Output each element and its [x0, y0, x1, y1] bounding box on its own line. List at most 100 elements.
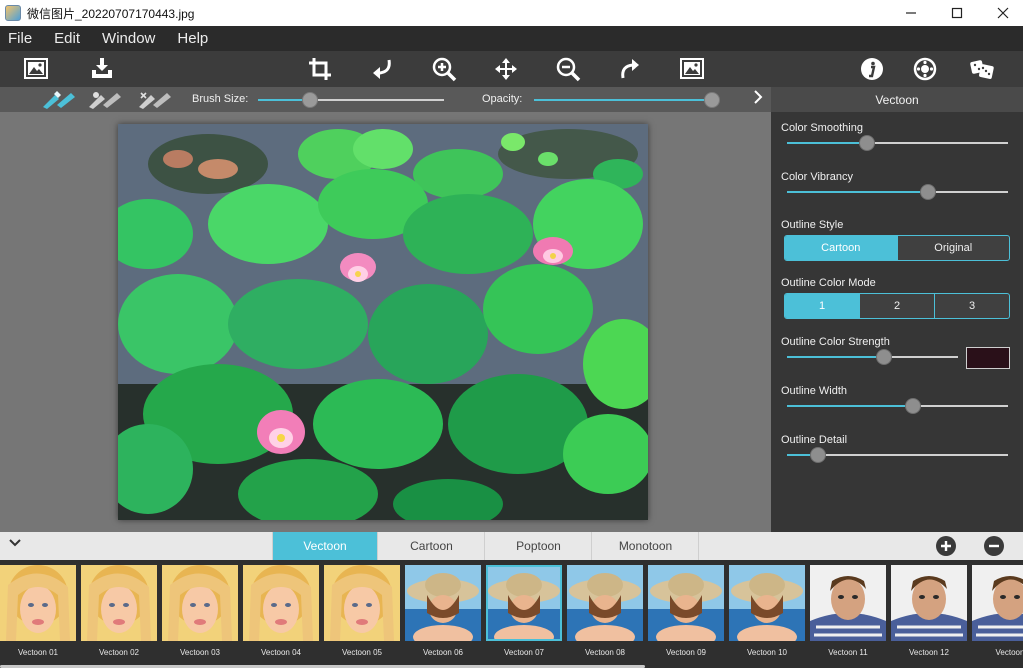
preset-thumbnail-label: Vectoon 08: [584, 648, 626, 657]
fit-image-icon: [680, 58, 704, 79]
preset-thumbnail[interactable]: Vectoon 03: [162, 565, 238, 662]
info-button[interactable]: [858, 55, 886, 83]
close-icon: [997, 7, 1009, 19]
random-button[interactable]: [968, 55, 996, 83]
preset-thumbnail-label: Vectoon: [995, 648, 1023, 657]
open-image-button[interactable]: [22, 55, 50, 83]
preset-thumbnail-label: Vectoon 04: [260, 648, 302, 657]
brush-tool-paint[interactable]: [40, 88, 78, 110]
preset-thumbnail-image: [729, 565, 805, 641]
outline-style-toggle: Cartoon Original: [784, 235, 1010, 261]
preset-thumbnail[interactable]: Vectoon 05: [324, 565, 400, 662]
preset-thumbnail[interactable]: Vectoon 02: [81, 565, 157, 662]
preset-thumbnail-image: [405, 565, 481, 641]
preset-thumbnail-image: [972, 565, 1023, 641]
outline-color-mode-1-button[interactable]: 1: [785, 294, 860, 318]
rotate-right-button[interactable]: [616, 55, 644, 83]
close-button[interactable]: [980, 0, 1023, 26]
tab-cartoon[interactable]: Cartoon: [379, 532, 485, 560]
outline-detail-slider[interactable]: [809, 447, 826, 463]
outline-color-mode-label: Outline Color Mode: [781, 277, 876, 289]
minus-icon: [989, 544, 999, 548]
rotate-left-button[interactable]: [368, 55, 396, 83]
panel-title: Vectoon: [771, 87, 1023, 112]
rotate-left-icon: [373, 59, 391, 79]
preset-thumbnail[interactable]: Vectoon 06: [405, 565, 481, 662]
crop-icon: [309, 58, 331, 80]
outline-color-mode-2-button[interactable]: 2: [860, 294, 935, 318]
preset-thumbnail[interactable]: Vectoon 07: [486, 565, 562, 662]
random-icon: [970, 60, 994, 79]
maximize-button[interactable]: [934, 0, 980, 26]
preset-thumbnail[interactable]: Vectoon 10: [729, 565, 805, 662]
preset-thumbnail[interactable]: Vectoon 04: [243, 565, 319, 662]
preset-thumbnail-label: Vectoon 02: [98, 648, 140, 657]
menu-edit[interactable]: Edit: [54, 30, 80, 47]
opacity-label: Opacity:: [482, 93, 523, 105]
preset-thumbnail[interactable]: Vectoon 11: [810, 565, 886, 662]
brush-size-slider[interactable]: [302, 92, 319, 108]
preset-thumbnail-label: Vectoon 06: [422, 648, 464, 657]
crop-button[interactable]: [306, 55, 334, 83]
preset-thumbnail-label: Vectoon 11: [828, 648, 868, 657]
info-icon: [861, 58, 883, 80]
zoom-in-icon: [432, 57, 457, 82]
add-preset-button[interactable]: [936, 536, 956, 556]
minimize-button[interactable]: [888, 0, 934, 26]
chevron-right-icon: [754, 90, 763, 104]
outline-style-cartoon-button[interactable]: Cartoon: [785, 236, 898, 260]
outline-width-label: Outline Width: [781, 385, 848, 397]
preset-thumbnail[interactable]: Vectoon 01: [0, 565, 76, 662]
outline-style-original-button[interactable]: Original: [898, 236, 1010, 260]
move-icon: [495, 58, 517, 80]
collapse-strip-button[interactable]: [4, 536, 26, 556]
brush-bar-next-button[interactable]: [748, 89, 768, 109]
outline-color-mode-3-button[interactable]: 3: [935, 294, 1009, 318]
color-vibrancy-slider[interactable]: [920, 184, 937, 200]
tab-poptoon[interactable]: Poptoon: [486, 532, 592, 560]
save-image-icon: [92, 58, 112, 78]
preset-thumbnail-label: Vectoon 03: [179, 648, 221, 657]
zoom-in-button[interactable]: [430, 55, 458, 83]
remove-preset-button[interactable]: [984, 536, 1004, 556]
preset-thumbnail-label: Vectoon 07: [503, 648, 545, 657]
brush-tool-gray[interactable]: [86, 88, 124, 110]
menu-window[interactable]: Window: [102, 30, 155, 47]
settings-button[interactable]: [911, 55, 939, 83]
color-smoothing-label: Color Smoothing: [781, 122, 863, 134]
preset-thumbnail-image: [810, 565, 886, 641]
menu-file[interactable]: File: [8, 30, 32, 47]
brush-tool-eraser[interactable]: [136, 88, 174, 110]
effect-settings-panel: Color Smoothing Color Vibrancy Outline S…: [771, 112, 1023, 532]
brush-blue-icon: [43, 91, 75, 109]
fit-image-button[interactable]: [678, 55, 706, 83]
canvas-area[interactable]: [0, 112, 771, 532]
preset-thumbnail-image: [243, 565, 319, 641]
color-vibrancy-label: Color Vibrancy: [781, 171, 853, 183]
plus-icon: [941, 541, 951, 551]
preset-thumbnail[interactable]: Vectoon 12: [891, 565, 967, 662]
menu-help[interactable]: Help: [177, 30, 208, 47]
preset-thumbnail-image: [324, 565, 400, 641]
move-button[interactable]: [492, 55, 520, 83]
zoom-out-button[interactable]: [554, 55, 582, 83]
preset-thumbnail-image: [0, 565, 76, 641]
tab-monotoon[interactable]: Monotoon: [593, 532, 699, 560]
outline-color-mode-toggle: 1 2 3: [784, 293, 1010, 319]
open-image-icon: [24, 58, 48, 79]
opacity-slider[interactable]: [704, 92, 720, 108]
outline-color-strength-fill: [787, 356, 885, 358]
outline-width-slider[interactable]: [904, 398, 921, 414]
outline-style-label: Outline Style: [781, 219, 844, 231]
save-image-button[interactable]: [88, 55, 116, 83]
tab-vectoon[interactable]: Vectoon: [272, 532, 378, 560]
edited-photo[interactable]: [118, 124, 648, 520]
brush-eraser-icon: [139, 92, 171, 109]
preset-thumbnail-image: [567, 565, 643, 641]
outline-color-strength-slider[interactable]: [876, 349, 893, 365]
preset-thumbnail[interactable]: Vectoon 09: [648, 565, 724, 662]
preset-thumbnail[interactable]: Vectoon 08: [567, 565, 643, 662]
color-smoothing-slider[interactable]: [858, 135, 875, 151]
outline-color-swatch[interactable]: [966, 347, 1010, 369]
preset-thumbnail[interactable]: Vectoon: [972, 565, 1023, 662]
